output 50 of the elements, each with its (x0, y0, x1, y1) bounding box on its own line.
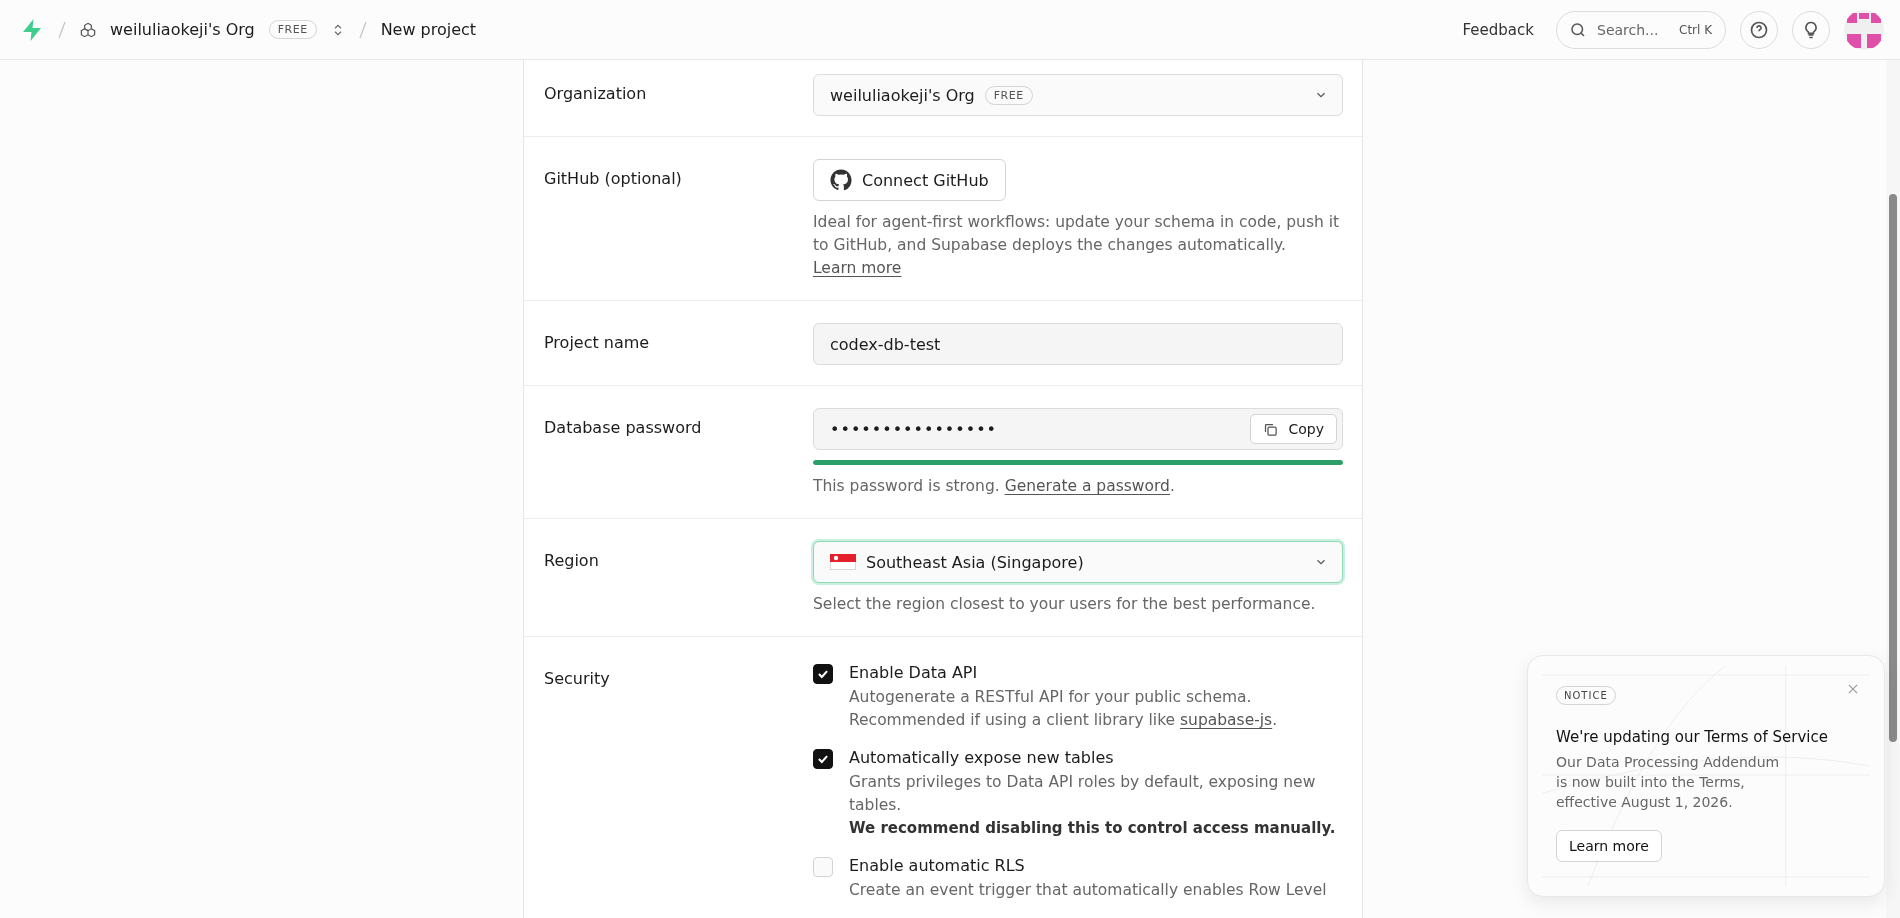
search-input[interactable]: Search... (1595, 20, 1671, 39)
feedback-link[interactable]: Feedback (1462, 20, 1534, 39)
notice-text: Our Data Processing Addendum is now built into the Terms, effective August 1, 2026. (1556, 753, 1781, 812)
field-label: Region (544, 550, 600, 572)
supabase-js-link[interactable]: supabase-js (1180, 711, 1273, 729)
notice-title: We're updating our Terms of Service (1556, 728, 1828, 746)
checkbox[interactable] (813, 749, 833, 769)
shortcut-hint: Ctrl K (1679, 22, 1713, 37)
option-description: Grants privileges to Data API roles by default, exposing new tables. (849, 772, 1317, 816)
field-label: Security (544, 668, 611, 690)
copy-icon (1263, 421, 1279, 437)
option-title: Automatically expose new tables (849, 748, 1115, 767)
option-title: Enable Data API (849, 663, 979, 682)
copy-button[interactable]: Copy (1250, 414, 1337, 444)
option-description: Autogenerate a RESTful API for your public schema. Recommended if using a client library like supabase-js. (849, 687, 1279, 731)
generate-password-link[interactable]: Generate a password (1004, 477, 1170, 495)
page-title: New project (380, 20, 477, 39)
breadcrumb-separator-icon (58, 20, 66, 39)
password-help-text: This password is strong. Generate a password. (813, 476, 1176, 497)
scrollbar[interactable] (1886, 60, 1900, 918)
search-icon (1569, 20, 1587, 39)
region-help-text: Select the region closest to your users for the best performance. (813, 594, 1317, 615)
option-description: Create an event trigger that automatically enables Row Level (849, 880, 1328, 901)
avatar[interactable] (1844, 9, 1884, 50)
option-title: Enable automatic RLS (849, 856, 1026, 875)
help-button[interactable] (1740, 10, 1778, 49)
close-button[interactable] (1846, 682, 1860, 696)
learn-more-button[interactable]: Learn more (1556, 830, 1662, 862)
learn-more-link[interactable]: Learn more (813, 259, 902, 277)
option-warning: We recommend disabling this to control access manually. (849, 818, 1337, 839)
help-icon (1749, 19, 1769, 40)
org-name[interactable]: weiluliaokeji's Org (110, 20, 255, 39)
connect-github-button[interactable]: Connect GitHub (813, 159, 1006, 201)
password-field[interactable]: •••••••••••••••• Copy (813, 408, 1343, 450)
checkbox[interactable] (813, 664, 833, 684)
flag-icon (830, 554, 856, 570)
field-label: Organization (544, 83, 648, 105)
organization-select[interactable]: weiluliaokeji's Org FREE (813, 74, 1343, 116)
notice-badge: NOTICE (1556, 686, 1616, 705)
tips-button[interactable] (1792, 10, 1830, 49)
github-icon (830, 169, 852, 191)
field-label: Database password (544, 417, 703, 439)
breadcrumb-separator-icon (358, 20, 367, 39)
github-help-text: Ideal for agent-first workflows: update your schema in code, push it to GitHub, and Supabase deploys the changes automatically. Learn more (813, 212, 1341, 279)
field-label: Project name (544, 332, 651, 354)
project-name-field[interactable]: codex-db-test (813, 323, 1343, 365)
cubes-icon (80, 21, 96, 38)
region-select[interactable]: Southeast Asia (Singapore) (813, 541, 1343, 583)
field-label: GitHub (optional) (544, 168, 683, 190)
close-icon (1846, 682, 1860, 696)
